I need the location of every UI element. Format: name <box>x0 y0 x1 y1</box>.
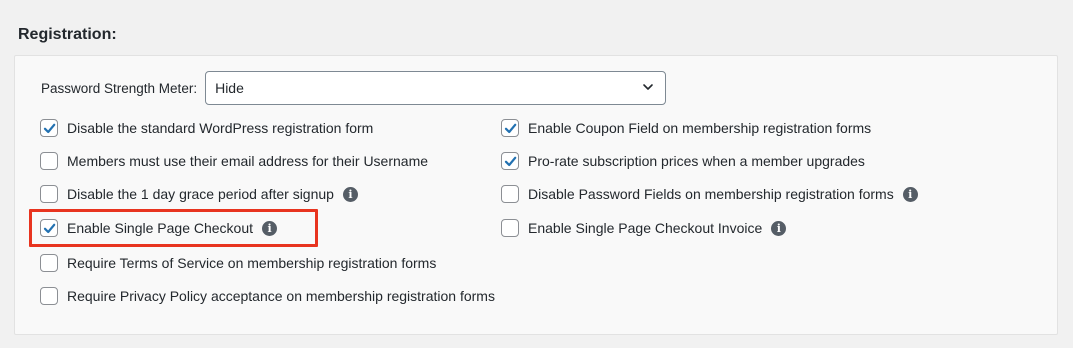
option-single-page-checkout: Enable Single Page Checkout i <box>40 219 278 237</box>
checkbox-disable-password-fields[interactable] <box>501 185 519 203</box>
option-require-privacy-policy: Require Privacy Policy acceptance on mem… <box>40 287 495 305</box>
option-disable-grace-period: Disable the 1 day grace period after sig… <box>40 185 358 203</box>
checkmark-icon <box>504 123 517 134</box>
checkbox-require-privacy-policy[interactable] <box>40 287 58 305</box>
checkbox-disable-grace-period[interactable] <box>40 185 58 203</box>
option-disable-password-fields: Disable Password Fields on membership re… <box>501 185 918 203</box>
info-icon[interactable]: i <box>342 186 358 202</box>
option-label[interactable]: Require Privacy Policy acceptance on mem… <box>67 288 495 304</box>
checkbox-enable-coupon-field[interactable] <box>501 119 519 137</box>
option-enable-coupon-field: Enable Coupon Field on membership regist… <box>501 119 871 137</box>
option-label[interactable]: Disable Password Fields on membership re… <box>528 186 894 202</box>
option-label[interactable]: Disable the standard WordPress registrat… <box>67 120 373 136</box>
option-label[interactable]: Enable Single Page Checkout <box>67 220 253 236</box>
option-label[interactable]: Enable Single Page Checkout Invoice <box>528 220 762 236</box>
option-require-tos: Require Terms of Service on membership r… <box>40 254 436 272</box>
option-label[interactable]: Pro-rate subscription prices when a memb… <box>528 153 865 169</box>
checkmark-icon <box>43 223 56 234</box>
checkmark-icon <box>504 156 517 167</box>
info-icon[interactable]: i <box>771 220 787 236</box>
checkbox-email-as-username[interactable] <box>40 152 58 170</box>
option-email-as-username: Members must use their email address for… <box>40 152 428 170</box>
checkbox-single-page-checkout-invoice[interactable] <box>501 219 519 237</box>
registration-panel: Registration: Password Strength Meter: H… <box>0 0 1073 348</box>
option-label[interactable]: Require Terms of Service on membership r… <box>67 255 436 271</box>
password-strength-value: Hide <box>215 80 244 96</box>
info-icon[interactable]: i <box>902 186 918 202</box>
checkbox-disable-wp-registration[interactable] <box>40 119 58 137</box>
option-label[interactable]: Members must use their email address for… <box>67 153 428 169</box>
info-icon[interactable]: i <box>262 220 278 236</box>
section-title: Registration: <box>18 26 117 43</box>
option-label[interactable]: Enable Coupon Field on membership regist… <box>528 120 871 136</box>
chevron-down-icon <box>643 84 653 90</box>
password-strength-select[interactable]: Hide <box>205 71 667 105</box>
password-strength-row: Password Strength Meter: Hide <box>41 71 667 105</box>
password-strength-label: Password Strength Meter: <box>41 80 198 96</box>
option-single-page-checkout-invoice: Enable Single Page Checkout Invoice i <box>501 219 787 237</box>
checkbox-single-page-checkout[interactable] <box>40 219 58 237</box>
option-disable-wp-registration: Disable the standard WordPress registrat… <box>40 119 373 137</box>
option-label[interactable]: Disable the 1 day grace period after sig… <box>67 186 334 202</box>
checkbox-require-tos[interactable] <box>40 254 58 272</box>
checkmark-icon <box>43 123 56 134</box>
option-prorate-subscription: Pro-rate subscription prices when a memb… <box>501 152 865 170</box>
checkbox-prorate-subscription[interactable] <box>501 152 519 170</box>
